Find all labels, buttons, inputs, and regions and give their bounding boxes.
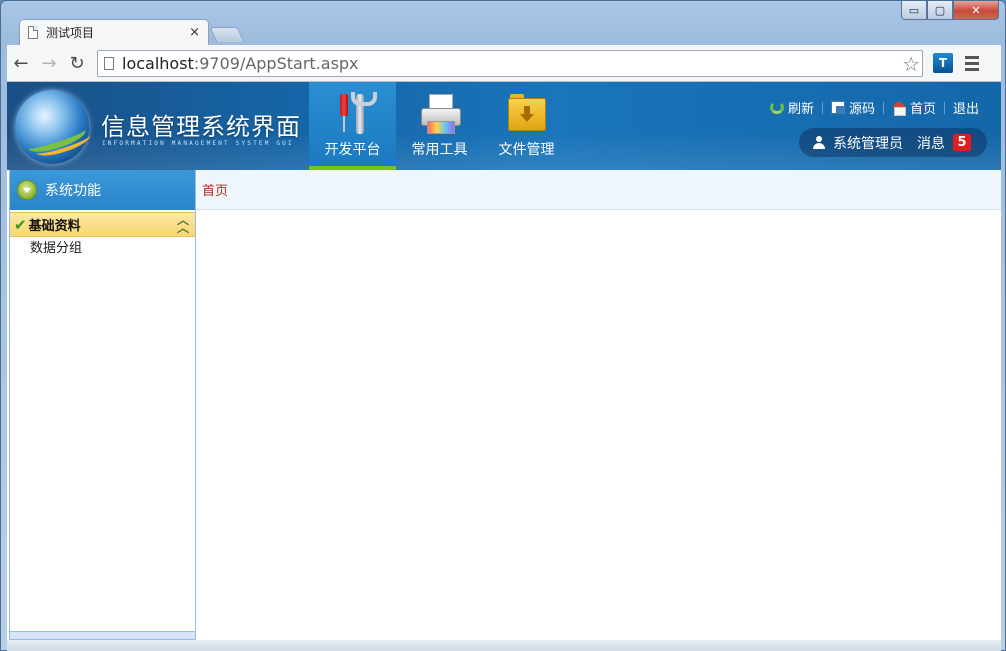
tools-icon [332,92,377,134]
chevron-down-circle-icon [17,180,37,200]
divider [882,101,884,114]
folder-download-icon [506,94,548,134]
sidebar-header[interactable]: 系统功能 [10,170,195,210]
logout-label: 退出 [952,102,979,117]
app-header: 信息管理系统界面 INFORMATION MANAGEMENT SYSTEM G… [7,82,1001,170]
source-code-icon [830,101,845,114]
home-icon [891,101,906,116]
page-icon [28,26,38,39]
window-bottom-edge [7,640,1001,651]
url-path: :9709/AppStart.aspx [193,53,359,73]
module-tab-dev-platform[interactable]: 开发平台 [309,82,396,170]
user-icon [813,136,825,149]
refresh-link[interactable]: 刷新 [769,98,814,117]
app-subtitle: INFORMATION MANAGEMENT SYSTEM GUI [102,140,294,147]
collapse-chevron-icon[interactable]: ︿ ︿ [177,214,189,234]
minimize-button[interactable]: ▭ [901,1,927,20]
bookmark-star-icon[interactable]: ☆ [902,52,920,76]
source-link[interactable]: 源码 [830,98,875,117]
source-label: 源码 [848,102,875,117]
tab-title: 测试项目 [46,26,95,40]
checkmark-icon: ✔ [14,215,27,234]
browser-toolbar: ← → ↻ localhost:9709/AppStart.aspx ☆ T [7,45,1001,82]
logout-link[interactable]: 退出 [953,98,979,117]
module-tab-common-tools[interactable]: 常用工具 [396,82,483,170]
content-tabbar: 首页 [196,170,1001,210]
home-label: 首页 [909,102,936,117]
sidebar-footer [10,631,195,639]
home-link[interactable]: 首页 [891,98,936,117]
window-controls: ▭ ▢ ✕ [901,1,999,20]
divider [821,101,823,114]
divider [943,101,945,114]
messages-link[interactable]: 消息 [917,133,945,153]
header-links: 刷新 源码 首页 退出 [769,98,979,117]
sidebar-group-basic-data[interactable]: ✔ 基础资料 ︿ ︿ [10,212,195,237]
tab-close-icon[interactable]: × [189,25,200,40]
forward-icon[interactable]: → [35,53,63,74]
printer-icon [419,94,461,134]
sidebar-title: 系统功能 [45,183,101,199]
extension-icon[interactable]: T [933,53,953,73]
app-title: 信息管理系统界面 [101,113,301,141]
refresh-label: 刷新 [787,102,814,117]
url-text[interactable]: localhost:9709/AppStart.aspx [122,54,359,73]
sidebar-item-data-group[interactable]: 数据分组 [10,237,195,261]
user-name[interactable]: 系统管理员 [833,133,903,153]
browser-tab[interactable]: 测试项目 × [19,19,209,45]
user-info: 系统管理员 消息 5 [799,128,987,157]
back-icon[interactable]: ← [7,53,35,74]
browser-window: ▭ ▢ ✕ 测试项目 × ← → ↻ localhost:9709/AppSta… [0,0,1006,651]
reload-icon[interactable]: ↻ [63,53,91,74]
maximize-button[interactable]: ▢ [927,1,953,20]
module-tab-file-management[interactable]: 文件管理 [483,82,570,170]
url-host: localhost [122,53,194,73]
page-viewport: 信息管理系统界面 INFORMATION MANAGEMENT SYSTEM G… [7,82,1001,640]
address-bar[interactable]: localhost:9709/AppStart.aspx ☆ [97,49,923,77]
module-tab-label: 文件管理 [498,142,555,158]
module-tabs: 开发平台 常用工具 文件管理 [309,82,570,170]
sidebar-group-label: 基础资料 [28,219,81,234]
close-window-button[interactable]: ✕ [953,1,999,20]
main-content: 首页 [196,170,1001,640]
module-tab-label: 开发平台 [324,142,381,158]
new-tab-button[interactable] [209,27,245,42]
sidebar: 系统功能 ✔ 基础资料 ︿ ︿ 数据分组 [9,170,196,640]
browser-menu-icon[interactable] [965,55,979,71]
module-tab-label: 常用工具 [411,142,468,158]
page-icon [104,56,114,70]
tab-home[interactable]: 首页 [202,180,228,199]
refresh-icon [769,101,784,114]
messages-count-badge[interactable]: 5 [953,134,971,151]
